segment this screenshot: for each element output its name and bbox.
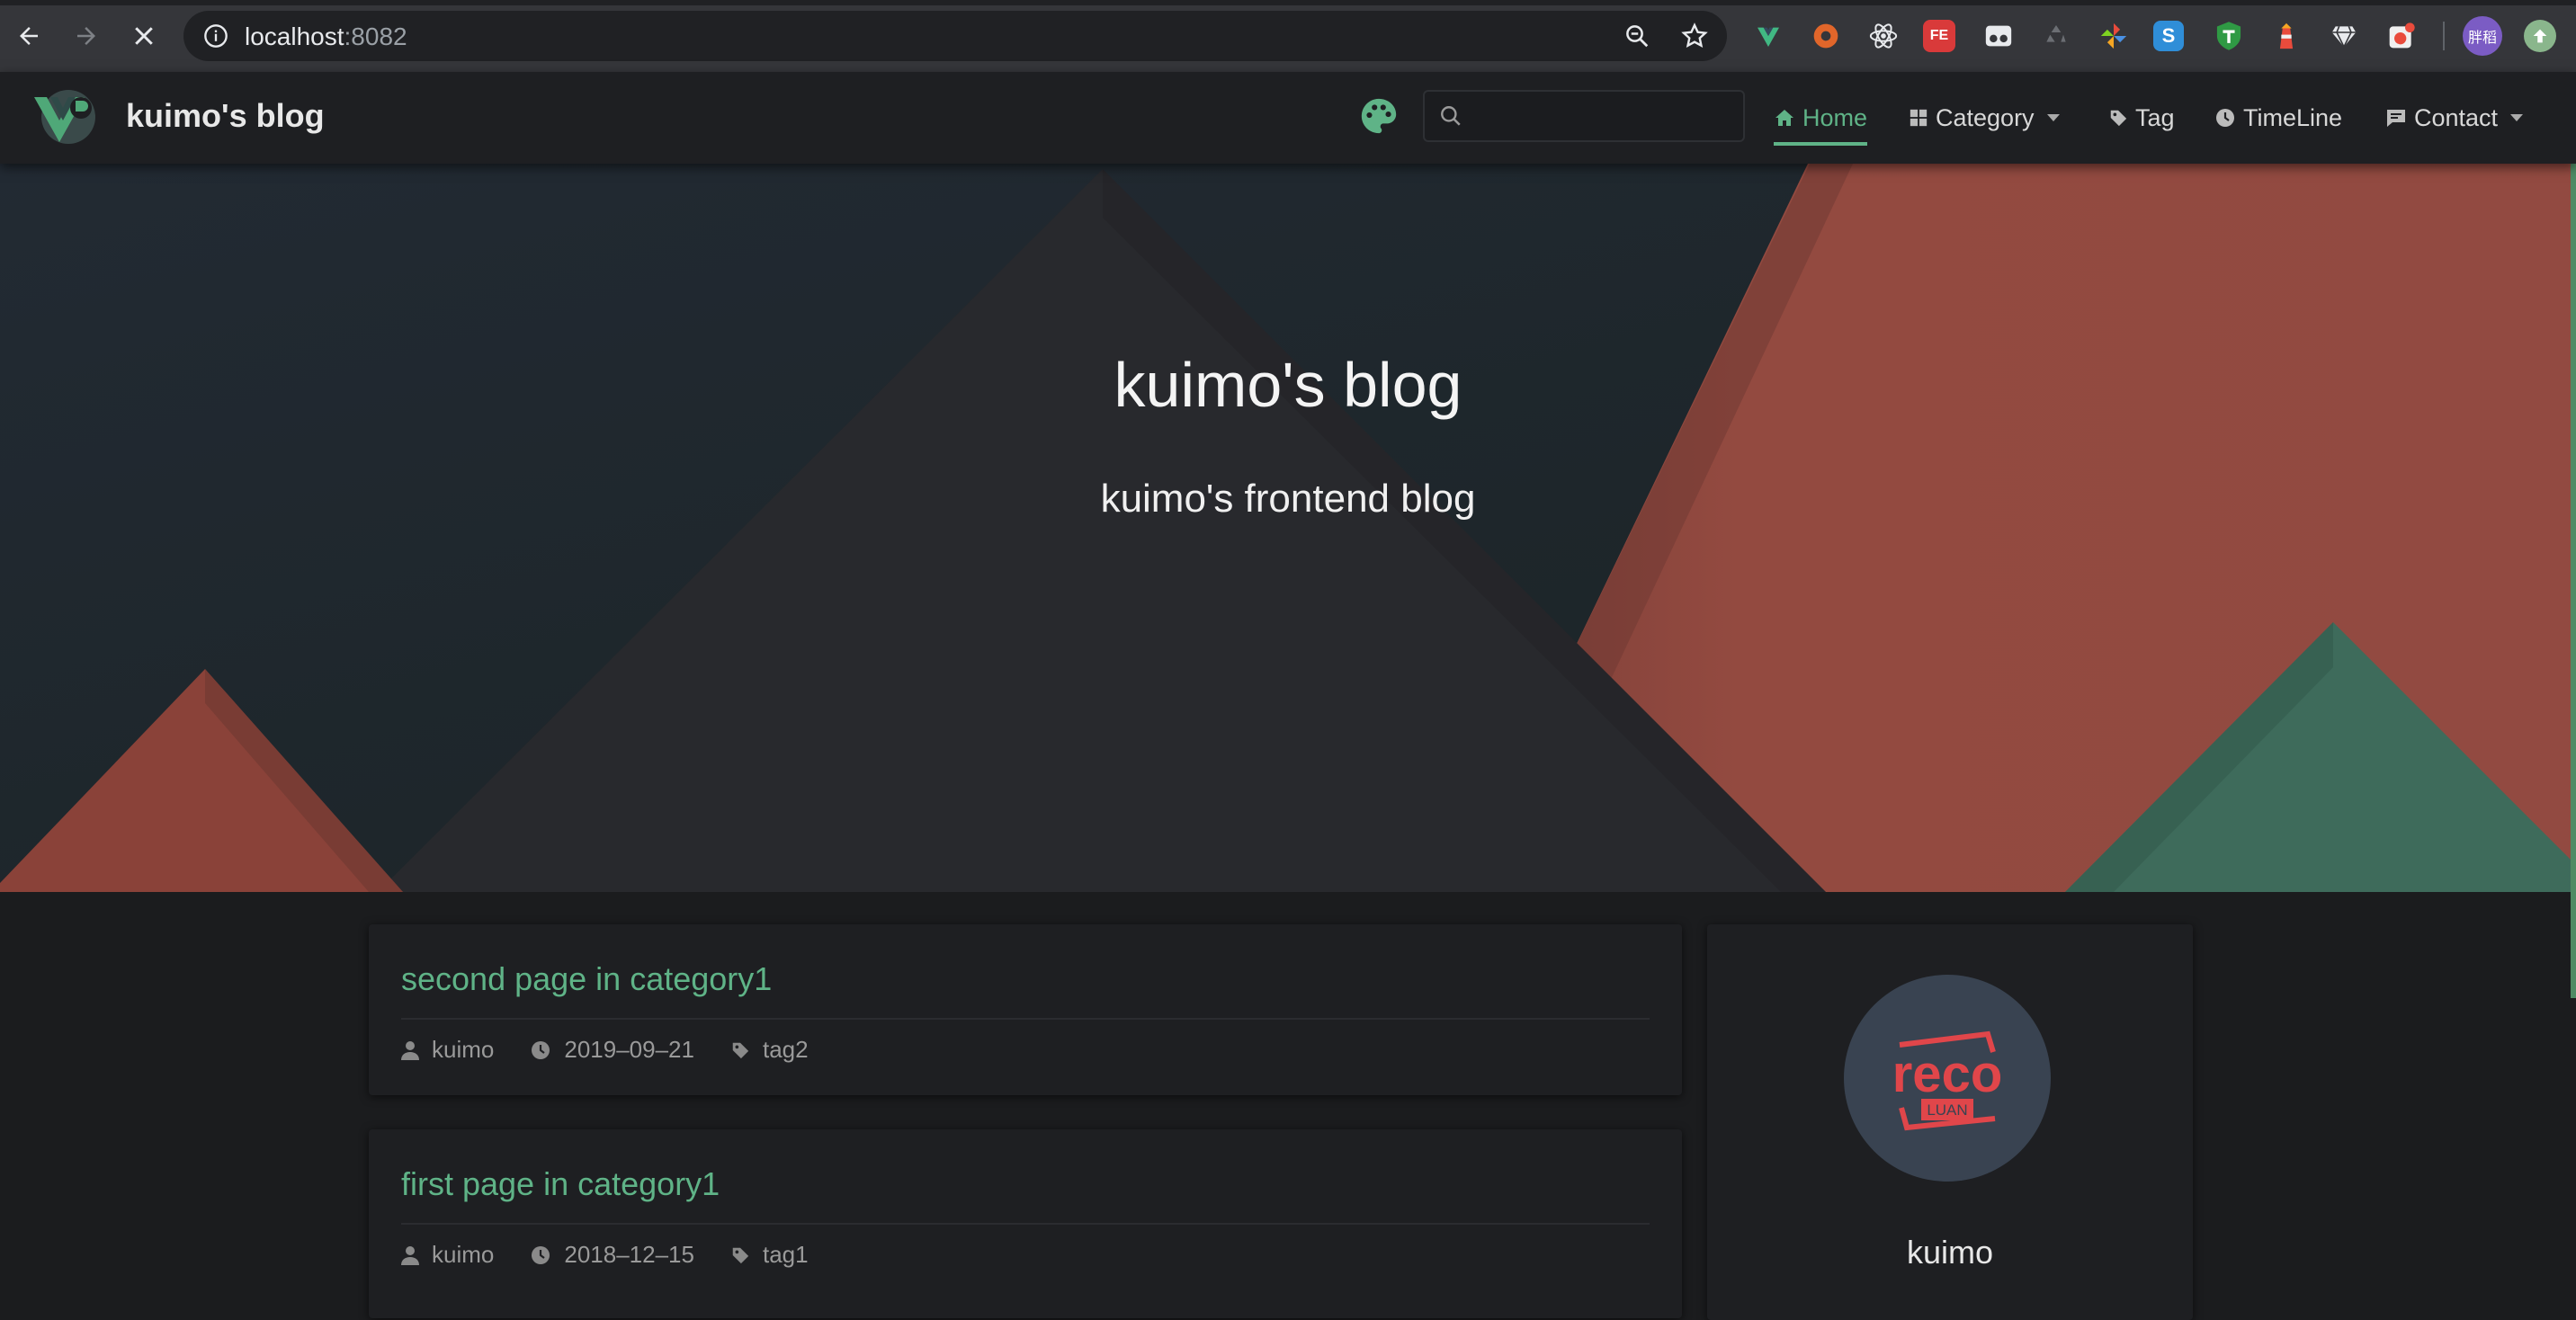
page-scrollbar[interactable] xyxy=(2571,164,2576,998)
post-card[interactable]: first page in category1 kuimo 2018–12–15… xyxy=(369,1129,1682,1318)
post-author: kuimo xyxy=(432,1241,495,1268)
nav-timeline[interactable]: TimeLine xyxy=(2214,72,2342,164)
vue-devtools-icon[interactable] xyxy=(1750,18,1786,54)
site-logo-icon[interactable] xyxy=(29,88,101,147)
home-icon xyxy=(1775,110,1793,126)
lighthouse-icon[interactable] xyxy=(2268,18,2304,54)
ublock-icon[interactable] xyxy=(1808,18,1844,54)
forward-button[interactable] xyxy=(67,16,106,56)
nav-category-label: Category xyxy=(1936,103,2035,131)
gem-icon[interactable] xyxy=(2326,18,2362,54)
s-icon[interactable]: S xyxy=(2153,21,2184,51)
react-devtools-icon[interactable] xyxy=(1865,18,1901,54)
nav-tag[interactable]: Tag xyxy=(2108,72,2175,164)
nav-contact-label: Contact xyxy=(2414,103,2499,131)
nav-home[interactable]: Home xyxy=(1774,72,1868,164)
url-host: localhost xyxy=(245,22,344,50)
arrow-up-icon xyxy=(2533,29,2547,43)
arrow-right-icon xyxy=(77,27,95,45)
hero-subtitle: kuimo's frontend blog xyxy=(1100,477,1476,521)
post-title-link[interactable]: second page in category1 xyxy=(401,960,772,998)
clock-icon xyxy=(532,1040,550,1059)
post-meta: kuimo 2018–12–15 tag1 xyxy=(401,1241,845,1269)
recycle-icon[interactable] xyxy=(2038,18,2074,54)
nav-home-label: Home xyxy=(1802,103,1868,131)
chevron-down-icon xyxy=(2046,114,2060,121)
post-tag-link[interactable]: tag1 xyxy=(763,1241,809,1269)
clock-icon xyxy=(2216,109,2234,127)
tab-strip xyxy=(0,0,2576,5)
post-author: kuimo xyxy=(432,1036,495,1063)
user-icon xyxy=(401,1040,419,1060)
bookmark-button[interactable] xyxy=(1680,22,1709,50)
address-bar[interactable]: localhost:8082 xyxy=(183,11,1727,61)
author-card: reco LUAN kuimo xyxy=(1707,924,2193,1320)
update-button[interactable] xyxy=(2524,20,2556,52)
zoom-button[interactable] xyxy=(1623,22,1651,50)
browser-toolbar: localhost:8082 FE S 胖稻 xyxy=(0,0,2576,72)
reader-icon[interactable] xyxy=(1981,18,2017,54)
avatar-text-top: reco xyxy=(1892,1045,2003,1103)
reco-logo-icon: reco LUAN xyxy=(1892,1030,2003,1131)
post-divider xyxy=(401,1223,1650,1225)
nav-category[interactable]: Category xyxy=(1909,72,2060,164)
post-date: 2018–12–15 xyxy=(564,1241,694,1268)
tag-icon xyxy=(732,1247,749,1263)
tag-icon xyxy=(732,1042,749,1058)
message-icon xyxy=(2387,110,2405,127)
author-name: kuimo xyxy=(1906,1234,1994,1271)
post-meta: kuimo 2019–09–21 tag2 xyxy=(401,1036,845,1064)
site-navbar: kuimo's blog Home Category Tag TimeLine … xyxy=(0,72,2576,164)
avatar: reco LUAN xyxy=(1844,975,2051,1182)
pinwheel-icon[interactable] xyxy=(2096,18,2132,54)
user-icon xyxy=(401,1245,419,1265)
search-input[interactable] xyxy=(1477,99,1741,135)
grid-icon xyxy=(1910,109,1928,127)
zoom-out-icon xyxy=(1626,25,1649,48)
search-box[interactable] xyxy=(1423,90,1745,142)
t-shield-icon[interactable] xyxy=(2211,18,2247,54)
badge-icon[interactable] xyxy=(2384,18,2419,54)
nav-tag-label: Tag xyxy=(2135,103,2175,131)
nav-contact[interactable]: Contact xyxy=(2385,72,2524,164)
nav-timeline-label: TimeLine xyxy=(2243,103,2343,131)
hero-background-mountains xyxy=(0,164,2576,892)
tag-icon xyxy=(2110,110,2127,127)
site-title[interactable]: kuimo's blog xyxy=(126,97,325,135)
fe-helper-icon[interactable]: FE xyxy=(1923,20,1955,52)
post-title-link[interactable]: first page in category1 xyxy=(401,1165,720,1203)
toolbar-separator xyxy=(2443,22,2445,50)
hero-banner: kuimo's blog kuimo's frontend blog xyxy=(0,164,2576,892)
clock-icon xyxy=(532,1245,550,1264)
profile-avatar[interactable]: 胖稻 xyxy=(2463,16,2502,56)
stop-loading-button[interactable] xyxy=(124,16,164,56)
avatar-text-bottom: LUAN xyxy=(1927,1101,1967,1119)
palette-icon[interactable] xyxy=(1358,95,1400,137)
back-button[interactable] xyxy=(9,16,49,56)
url-text: localhost:8082 xyxy=(245,22,407,51)
url-port: :8082 xyxy=(344,22,407,50)
search-icon xyxy=(1441,106,1461,126)
post-card[interactable]: second page in category1 kuimo 2019–09–2… xyxy=(369,924,1682,1095)
close-icon xyxy=(135,27,153,45)
site-info-icon[interactable] xyxy=(203,23,228,49)
arrow-left-icon xyxy=(20,27,38,45)
star-icon xyxy=(1681,22,1708,48)
hero-title: kuimo's blog xyxy=(1114,350,1462,420)
chevron-down-icon xyxy=(2510,114,2524,121)
post-divider xyxy=(401,1018,1650,1020)
post-date: 2019–09–21 xyxy=(564,1036,694,1063)
post-tag-link[interactable]: tag2 xyxy=(763,1036,809,1064)
